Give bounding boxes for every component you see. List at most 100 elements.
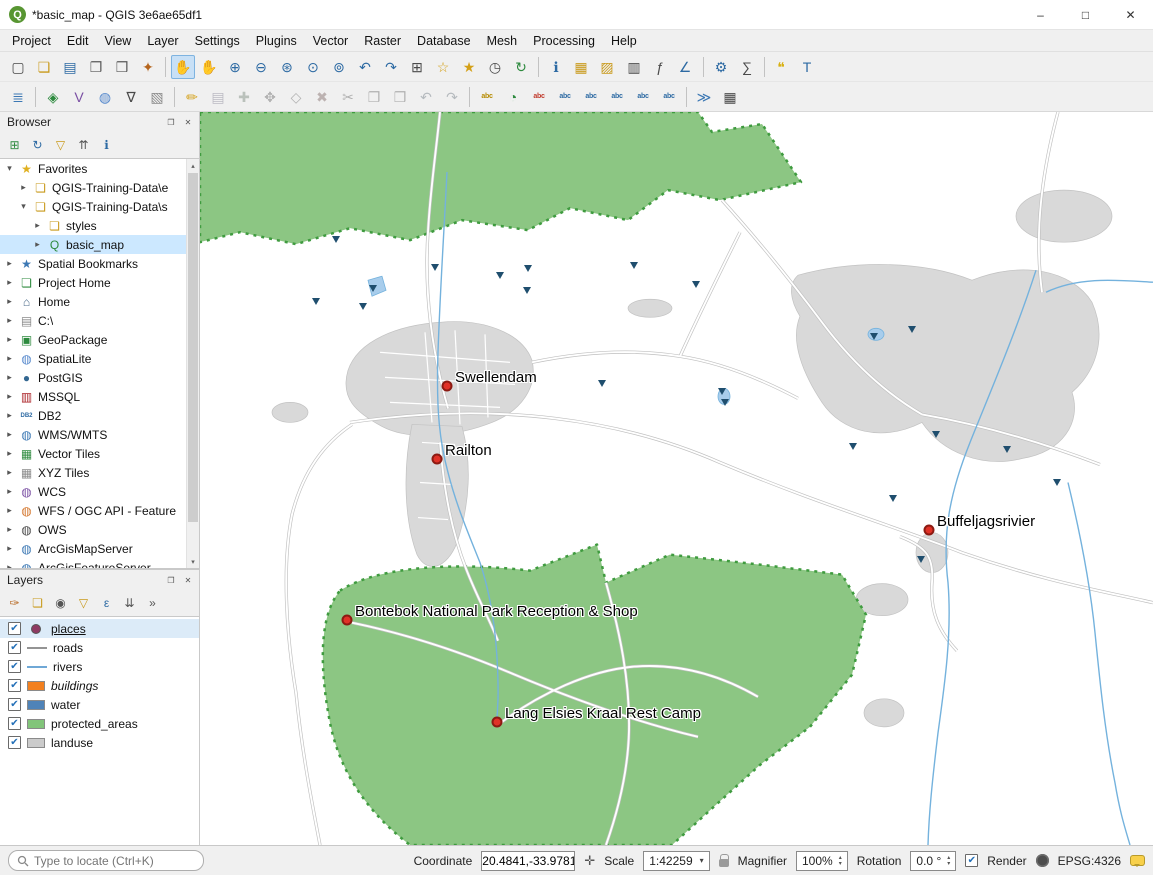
expander-icon[interactable] (4, 334, 15, 345)
browser-item-qgis-training-data-s[interactable]: ❏QGIS-Training-Data\s (0, 197, 186, 216)
layer-checkbox[interactable] (8, 660, 21, 673)
locate-box[interactable] (8, 850, 204, 871)
select-features-button[interactable]: ▦ (570, 55, 594, 79)
menu-plugins[interactable]: Plugins (248, 32, 305, 50)
zoom-to-selection-button[interactable]: ⊙ (301, 55, 325, 79)
layer-checkbox[interactable] (8, 622, 21, 635)
panel-overflow-button[interactable]: » (142, 593, 163, 614)
open-layer-styling-button[interactable]: ✑ (4, 593, 25, 614)
new-virtual-layer-button[interactable]: ∇ (119, 85, 143, 109)
show-spatial-bookmarks-button[interactable]: ★ (457, 55, 481, 79)
new-geopackage-layer-button[interactable]: ◈ (41, 85, 65, 109)
expander-icon[interactable] (4, 277, 15, 288)
expander-icon[interactable] (32, 239, 43, 250)
python-console-button[interactable]: ≫ (692, 85, 716, 109)
change-label-properties-button[interactable]: abc (657, 85, 681, 109)
coordinate-input[interactable] (481, 851, 575, 871)
place-marker[interactable] (492, 717, 503, 728)
processing-model-designer-button[interactable]: ▦ (718, 85, 742, 109)
browser-item-spatial-bookmarks[interactable]: ★Spatial Bookmarks (0, 254, 186, 273)
browser-item-vector-tiles[interactable]: ▦Vector Tiles (0, 444, 186, 463)
filter-legend-by-expression-button[interactable]: ε (96, 593, 117, 614)
highlight-pinned-labels-button[interactable]: abc (527, 85, 551, 109)
layers-close-button[interactable] (181, 573, 195, 587)
expander-icon[interactable] (4, 448, 15, 459)
locate-input[interactable] (34, 854, 195, 868)
new-print-layout-button[interactable]: ❐ (84, 55, 108, 79)
minimize-button[interactable]: – (1018, 0, 1063, 29)
manage-map-themes-button[interactable]: ◉ (50, 593, 71, 614)
scroll-thumb[interactable] (188, 173, 198, 522)
menu-processing[interactable]: Processing (525, 32, 603, 50)
scroll-up-icon[interactable] (187, 159, 199, 172)
layer-labeling-options-button[interactable]: abc (475, 85, 499, 109)
toggle-editing-button[interactable]: ✏ (180, 85, 204, 109)
expand-collapse-all-button[interactable]: ⇊ (119, 593, 140, 614)
place-marker[interactable] (924, 525, 935, 536)
temporal-controller-button[interactable]: ◷ (483, 55, 507, 79)
measure-button[interactable]: ∠ (674, 55, 698, 79)
expander-icon[interactable] (4, 163, 15, 174)
place-marker[interactable] (342, 615, 353, 626)
lock-scale-icon[interactable] (719, 859, 729, 867)
browser-item-styles[interactable]: ❏styles (0, 216, 186, 235)
rotate-label-button[interactable]: abc (631, 85, 655, 109)
browser-item-geopackage[interactable]: ▣GeoPackage (0, 330, 186, 349)
open-project-button[interactable]: ❏ (32, 55, 56, 79)
browser-item-home[interactable]: ⌂Home (0, 292, 186, 311)
pan-map-button[interactable]: ✋ (171, 55, 195, 79)
browser-item-db2[interactable]: DB2DB2 (0, 406, 186, 425)
show-hide-labels-button[interactable]: abc (579, 85, 603, 109)
rotation-spinbox[interactable]: 0.0 ° ▴▾ (910, 851, 956, 871)
layer-item-buildings[interactable]: buildings (0, 676, 199, 695)
refresh-browser-button[interactable]: ↻ (27, 135, 48, 156)
filter-browser-button[interactable]: ▽ (50, 135, 71, 156)
show-layout-manager-button[interactable]: ❒ (110, 55, 134, 79)
processing-toolbox-button[interactable]: ⚙ (709, 55, 733, 79)
close-button[interactable]: ✕ (1108, 0, 1153, 29)
new-map-view-button[interactable]: ⊞ (405, 55, 429, 79)
expander-icon[interactable] (4, 296, 15, 307)
browser-item-spatialite[interactable]: ◍SpatiaLite (0, 349, 186, 368)
browser-item-postgis[interactable]: ●PostGIS (0, 368, 186, 387)
browser-item-xyz-tiles[interactable]: ▦XYZ Tiles (0, 463, 186, 482)
refresh-map-button[interactable]: ↻ (509, 55, 533, 79)
browser-item-c-drive[interactable]: ▤C:\ (0, 311, 186, 330)
browser-item-wcs[interactable]: ◍WCS (0, 482, 186, 501)
expander-icon[interactable] (4, 410, 15, 421)
browser-item-mssql[interactable]: ▥MSSQL (0, 387, 186, 406)
field-calculator-button[interactable]: ƒ (648, 55, 672, 79)
zoom-next-button[interactable]: ↷ (379, 55, 403, 79)
browser-scrollbar[interactable] (186, 159, 199, 568)
menu-edit[interactable]: Edit (59, 32, 97, 50)
pin-unpin-labels-button[interactable]: abc (553, 85, 577, 109)
map-canvas[interactable]: SwellendamRailtonBuffeljagsrivierBontebo… (200, 112, 1153, 845)
pan-map-to-selection-button[interactable]: ✋ (197, 55, 221, 79)
expander-icon[interactable] (18, 182, 29, 193)
filter-legend-button[interactable]: ▽ (73, 593, 94, 614)
expander-icon[interactable] (4, 372, 15, 383)
layer-checkbox[interactable] (8, 736, 21, 749)
move-label-button[interactable]: abc (605, 85, 629, 109)
zoom-full-button[interactable]: ⊛ (275, 55, 299, 79)
browser-item-wms-wmts[interactable]: ◍WMS/WMTS (0, 425, 186, 444)
zoom-last-button[interactable]: ↶ (353, 55, 377, 79)
spinner-icons[interactable]: ▴▾ (839, 855, 842, 867)
expander-icon[interactable] (4, 467, 15, 478)
expander-icon[interactable] (4, 315, 15, 326)
expander-icon[interactable] (4, 258, 15, 269)
browser-item-project-home[interactable]: ❏Project Home (0, 273, 186, 292)
layer-item-water[interactable]: water (0, 695, 199, 714)
text-annotation-button[interactable]: T (796, 55, 820, 79)
save-project-button[interactable]: ▤ (58, 55, 82, 79)
menu-mesh[interactable]: Mesh (479, 32, 526, 50)
layer-item-rivers[interactable]: rivers (0, 657, 199, 676)
zoom-in-button[interactable]: ⊕ (223, 55, 247, 79)
browser-item-ows[interactable]: ◍OWS (0, 520, 186, 539)
new-spatial-bookmark-button[interactable]: ☆ (431, 55, 455, 79)
add-group-button[interactable]: ❏ (27, 593, 48, 614)
menu-vector[interactable]: Vector (305, 32, 356, 50)
scale-combo[interactable]: 1:42259 (643, 851, 709, 871)
expander-icon[interactable] (32, 220, 43, 231)
layer-item-protected_areas[interactable]: protected_areas (0, 714, 199, 733)
